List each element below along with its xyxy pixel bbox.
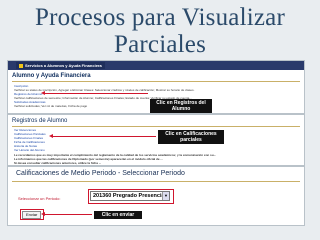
callout-student-records: Clic en Registros del Alumno [150, 99, 212, 113]
highlight-box [88, 189, 174, 204]
divider [12, 181, 300, 182]
callout-midterm-grades: Clic en Calificaciones parciales [158, 130, 224, 144]
screenshot-panel-student-services: Servicios a Alumnos y Ayuda Financiera A… [7, 60, 305, 114]
slide-title-line-1: Procesos para Visualizar [35, 4, 285, 31]
tab-student-services[interactable]: Servicios a Alumnos y Ayuda Financiera [16, 62, 105, 69]
callout-send: Clic en enviar [94, 211, 142, 219]
divider [12, 126, 300, 127]
screenshot-panel-student-records: Registros de Alumno Ver Retenciones Cali… [7, 114, 305, 166]
menu-link-student-schedule[interactable]: Ver Horario del Alumno [14, 148, 134, 152]
tab-icon [19, 63, 23, 68]
red-arrow [49, 134, 156, 138]
divider [12, 81, 300, 82]
select-term-label: Seleccionar un Periodo: [18, 196, 61, 201]
red-arrow [41, 212, 92, 216]
note-line: Si desea consultar calificaciones anteri… [14, 161, 102, 165]
navigation-bar: Servicios a Alumnos y Ayuda Financiera [8, 61, 304, 70]
section-title-student-financial-aid: Alumno y Ayuda Financiera [12, 73, 91, 79]
slide-title-line-2: Parciales [113, 31, 207, 58]
red-arrow [41, 91, 148, 95]
section-title-student-records: Registros de Alumno [12, 118, 68, 124]
screenshot-panel-select-term: Calificaciones de Medio Periodo - Selecc… [7, 166, 305, 226]
page-heading-select-term: Calificaciones de Medio Periodo - Selecc… [16, 170, 185, 177]
